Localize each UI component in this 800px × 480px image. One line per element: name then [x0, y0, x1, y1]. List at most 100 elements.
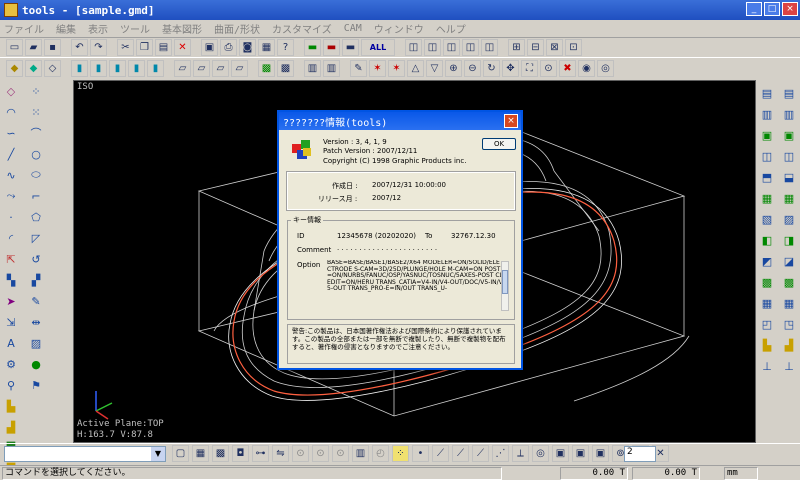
- b9-icon[interactable]: ⊙: [332, 445, 349, 462]
- r-solid7-icon[interactable]: ▦: [758, 294, 776, 312]
- menu-view[interactable]: 表示: [88, 21, 108, 36]
- zoom-out-icon[interactable]: ⊖: [464, 59, 481, 77]
- delete-icon[interactable]: ✕: [174, 39, 191, 56]
- tool3-icon[interactable]: ⊠: [546, 39, 563, 56]
- minimize-button[interactable]: _: [746, 2, 762, 16]
- cam2-icon[interactable]: ▟: [2, 418, 20, 436]
- rotate-icon[interactable]: ↻: [483, 59, 500, 77]
- box3-icon[interactable]: ▱: [212, 59, 229, 77]
- r-surf5-icon[interactable]: ⬒: [758, 168, 776, 186]
- color-icon[interactable]: ●: [27, 355, 45, 373]
- render2-icon[interactable]: ◉: [578, 59, 595, 77]
- redo-icon[interactable]: ↷: [90, 39, 107, 56]
- r-cam2-icon[interactable]: ▟: [780, 336, 798, 354]
- all-layers-button[interactable]: ALL: [361, 39, 395, 56]
- r-cam1-icon[interactable]: ▙: [758, 336, 776, 354]
- copy-icon[interactable]: ❐: [136, 39, 153, 56]
- lock1-icon[interactable]: ▥: [304, 59, 321, 77]
- r-surf3-icon[interactable]: ◫: [758, 147, 776, 165]
- move-icon[interactable]: ⁘: [27, 82, 45, 100]
- r-solid3-icon[interactable]: ◩: [758, 252, 776, 270]
- grid-icon[interactable]: ⁙: [27, 103, 45, 121]
- view1-icon[interactable]: ◫: [405, 39, 422, 56]
- tool4-icon[interactable]: ⊡: [565, 39, 582, 56]
- monitor1-icon[interactable]: ▩: [258, 59, 275, 77]
- r-view3-icon[interactable]: ▥: [758, 105, 776, 123]
- preview-icon[interactable]: ▣: [201, 39, 218, 56]
- rotate2-icon[interactable]: ↺: [27, 250, 45, 268]
- cyl5-icon[interactable]: ▮: [147, 59, 164, 77]
- tool2-icon[interactable]: ⊟: [527, 39, 544, 56]
- r-surf7-icon[interactable]: ▦: [758, 189, 776, 207]
- brush-icon[interactable]: ✎: [350, 59, 367, 77]
- snap-quad-icon[interactable]: ▣: [552, 445, 569, 462]
- command-combo[interactable]: ▼: [4, 446, 166, 462]
- zoom-in-icon[interactable]: ⊕: [445, 59, 462, 77]
- tool1-icon[interactable]: ⊞: [508, 39, 525, 56]
- solid1-icon[interactable]: ◆: [6, 59, 23, 77]
- r-solid10-icon[interactable]: ◳: [780, 315, 798, 333]
- snap3-icon[interactable]: △: [407, 59, 424, 77]
- snap-tan-icon[interactable]: ⋰: [492, 445, 509, 462]
- line-icon[interactable]: ╱: [2, 145, 20, 163]
- corner-icon[interactable]: ⌐: [27, 187, 45, 205]
- new-icon[interactable]: ▭: [6, 39, 23, 56]
- r-cam3-icon[interactable]: ⊥: [758, 357, 776, 375]
- chamfer-icon[interactable]: ◸: [27, 229, 45, 247]
- text-icon[interactable]: A: [2, 334, 20, 352]
- r-solid6-icon[interactable]: ▩: [780, 273, 798, 291]
- r-view4-icon[interactable]: ▥: [780, 105, 798, 123]
- r-solid9-icon[interactable]: ◰: [758, 315, 776, 333]
- surf2-icon[interactable]: ▞: [27, 271, 45, 289]
- poly-icon[interactable]: ⬠: [27, 208, 45, 226]
- option-text[interactable]: BASE=BASE/BASE1/BASE2/X64 MODELER=ON/SOL…: [327, 260, 503, 312]
- fit-icon[interactable]: ⛶: [521, 59, 538, 77]
- ok-button[interactable]: OK: [482, 138, 516, 150]
- save-icon[interactable]: ▪: [44, 39, 61, 56]
- pan-icon[interactable]: ✥: [502, 59, 519, 77]
- cut-icon[interactable]: ✂: [117, 39, 134, 56]
- menu-help[interactable]: ヘルプ: [436, 21, 466, 36]
- render3-icon[interactable]: ◎: [597, 59, 614, 77]
- r-solid8-icon[interactable]: ▦: [780, 294, 798, 312]
- image-icon[interactable]: ▦: [258, 39, 275, 56]
- r-solid2-icon[interactable]: ◨: [780, 231, 798, 249]
- tool-path-icon[interactable]: ⚲: [2, 376, 20, 394]
- b3-icon[interactable]: ▩: [212, 445, 229, 462]
- zoomwin-icon[interactable]: ⊙: [540, 59, 557, 77]
- snap-perp-icon[interactable]: ⟂: [512, 445, 529, 462]
- b10-icon[interactable]: ▥: [352, 445, 369, 462]
- hatch-icon[interactable]: ▨: [27, 334, 45, 352]
- menu-tools[interactable]: ツール: [120, 21, 150, 36]
- b6-icon[interactable]: ⇋: [272, 445, 289, 462]
- snap1-icon[interactable]: ✶: [369, 59, 386, 77]
- menu-file[interactable]: ファイル: [4, 21, 44, 36]
- r-surf2-icon[interactable]: ▣: [780, 126, 798, 144]
- snap-fit-icon[interactable]: ▣: [592, 445, 609, 462]
- point-icon[interactable]: ·: [2, 208, 20, 226]
- cyl3-icon[interactable]: ▮: [109, 59, 126, 77]
- open-icon[interactable]: ▰: [25, 39, 42, 56]
- monitor2-icon[interactable]: ▩: [277, 59, 294, 77]
- close-button[interactable]: ×: [782, 2, 798, 16]
- offset-icon[interactable]: ⤳: [2, 187, 20, 205]
- menu-surface[interactable]: 曲面/形状: [214, 21, 260, 36]
- ellipse-icon[interactable]: ⬭: [27, 166, 45, 184]
- fillet-icon[interactable]: ◜: [2, 229, 20, 247]
- cursor-icon[interactable]: ➤: [2, 292, 20, 310]
- b2-icon[interactable]: ▦: [192, 445, 209, 462]
- b5-icon[interactable]: ⊶: [252, 445, 269, 462]
- box4-icon[interactable]: ▱: [231, 59, 248, 77]
- snap-center-icon[interactable]: ⟋: [452, 445, 469, 462]
- snap-end-icon[interactable]: •: [412, 445, 429, 462]
- attr-icon[interactable]: ⚙: [2, 355, 20, 373]
- r-cam4-icon[interactable]: ⊥: [780, 357, 798, 375]
- measure-icon[interactable]: ⇲: [2, 313, 20, 331]
- circle-icon[interactable]: ○: [27, 145, 45, 163]
- snap4-icon[interactable]: ▽: [426, 59, 443, 77]
- r-view2-icon[interactable]: ▤: [780, 84, 798, 102]
- r-surf1-icon[interactable]: ▣: [758, 126, 776, 144]
- snap-point-icon[interactable]: ⁘: [392, 445, 409, 462]
- snap-grid-icon[interactable]: ▣: [572, 445, 589, 462]
- trim-icon[interactable]: ⌒: [27, 124, 45, 142]
